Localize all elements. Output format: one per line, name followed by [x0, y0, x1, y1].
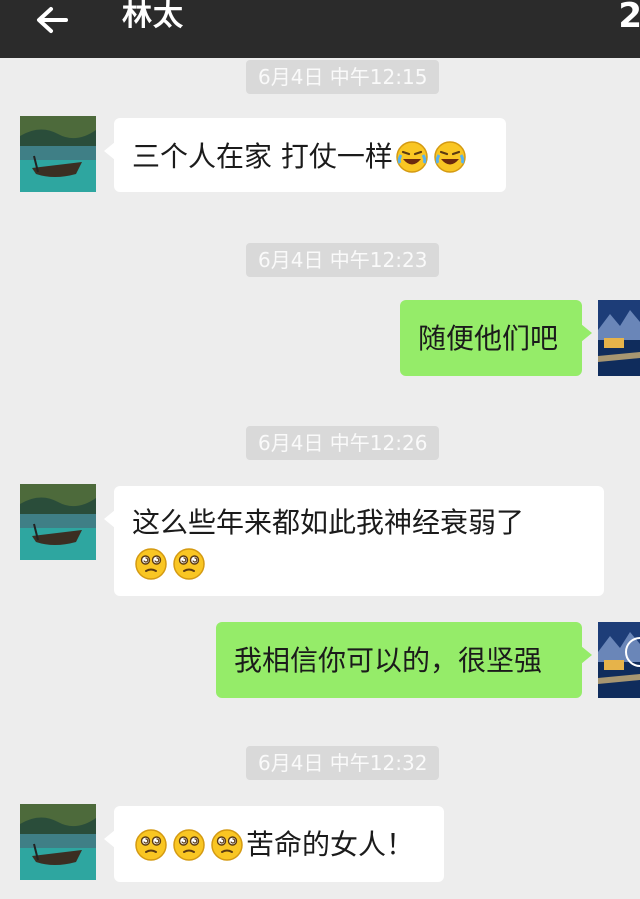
dizzy-emoji-icon — [210, 828, 244, 862]
dizzy-emoji-icon — [134, 828, 168, 862]
laugh-cry-emoji-icon — [395, 140, 429, 174]
my-avatar[interactable] — [598, 300, 640, 376]
contact-avatar[interactable] — [20, 116, 96, 192]
my-avatar[interactable] — [598, 622, 640, 698]
message-bubble-incoming[interactable]: 这么些年来都如此我神经衰弱了 — [104, 486, 604, 596]
message-bubble-outgoing[interactable]: 随便他们吧 — [400, 300, 592, 376]
timestamp: 6月4日 中午12:23 — [246, 243, 440, 277]
arrow-left-icon — [37, 7, 68, 33]
message-text: 苦命的女人！ — [246, 828, 415, 861]
message-bubble-incoming[interactable]: 三个人在家 打仗一样 — [104, 118, 506, 192]
back-button[interactable] — [22, 0, 82, 40]
timestamp: 6月4日 中午12:26 — [246, 426, 440, 460]
message-text: 我相信你可以的，很坚强 — [234, 644, 543, 677]
message-bubble-incoming[interactable]: 苦命的女人！ — [104, 806, 444, 882]
message-text: 随便他们吧 — [418, 322, 559, 355]
dizzy-emoji-icon — [134, 547, 168, 581]
message-text: 三个人在家 打仗一样 — [132, 140, 393, 173]
header-corner-glyph[interactable]: 2 — [618, 0, 640, 36]
contact-avatar[interactable] — [20, 484, 96, 560]
chat-header: 林太 2 — [0, 0, 640, 58]
timestamp: 6月4日 中午12:32 — [246, 746, 440, 780]
timestamp: 6月4日 中午12:15 — [246, 60, 440, 94]
chat-title: 林太 — [122, 0, 184, 33]
contact-avatar[interactable] — [20, 804, 96, 880]
dizzy-emoji-icon — [172, 828, 206, 862]
dizzy-emoji-icon — [172, 547, 206, 581]
message-bubble-outgoing[interactable]: 我相信你可以的，很坚强 — [216, 622, 592, 698]
laugh-cry-emoji-icon — [433, 140, 467, 174]
message-text: 这么些年来都如此我神经衰弱了 — [132, 506, 525, 539]
